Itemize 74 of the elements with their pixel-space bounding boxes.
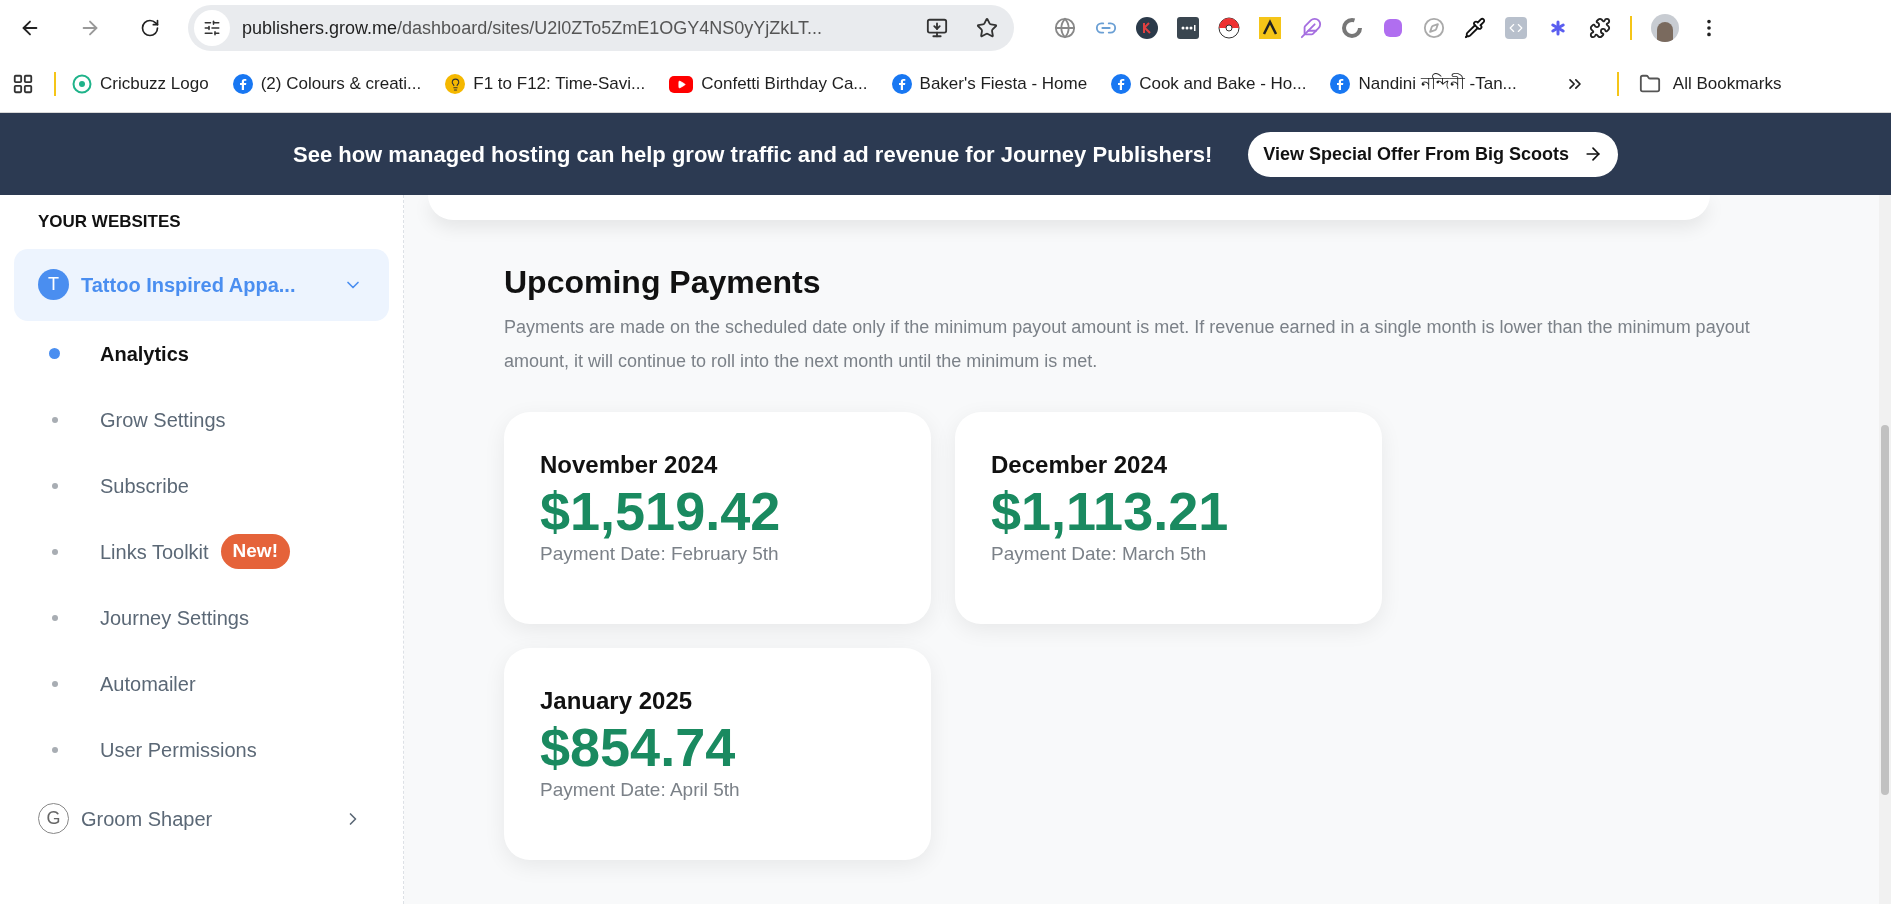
facebook-icon [891, 74, 912, 94]
section-title: Upcoming Payments [504, 263, 822, 302]
site-avatar: T [38, 269, 69, 300]
eyedropper-icon[interactable] [1464, 17, 1486, 39]
nav-label: Journey Settings [100, 605, 249, 631]
extensions-icon[interactable] [1589, 17, 1611, 39]
bookmark[interactable]: (2) Colours & creati... [232, 71, 422, 97]
facebook-icon [1330, 74, 1351, 94]
nav-item[interactable]: Journey Settings [14, 584, 389, 651]
nav-label: Analytics [100, 341, 189, 367]
nav-item[interactable]: Links Toolkit New! [14, 518, 389, 585]
bullet-icon [51, 548, 58, 555]
bookmark[interactable]: Cricbuzz Logo [72, 71, 209, 97]
dots-icon[interactable] [1177, 17, 1199, 39]
card-month: November 2024 [540, 450, 719, 480]
site-settings-icon[interactable] [194, 10, 230, 46]
globe-icon[interactable] [1054, 17, 1076, 39]
cricbuzz-icon [72, 74, 92, 94]
apps-icon[interactable] [12, 73, 34, 95]
bookmark[interactable]: Baker's Fiesta - Home [891, 71, 1088, 97]
payment-amount: $854.74 [540, 716, 737, 778]
card-month: January 2025 [540, 686, 694, 716]
reload-icon [140, 18, 160, 38]
address-bar[interactable]: publishers.grow.me/dashboard/sites/U2l0ZTo5ZmE1OGY4NS0yYjZkLT... [188, 5, 1014, 51]
payment-date: Payment Date: April 5th [540, 778, 741, 802]
banner-text: See how managed hosting can help grow traffic and ad revenue for Journey Publishers! [292, 140, 1213, 169]
site-name: Groom Shaper [81, 806, 213, 832]
install-icon[interactable] [926, 17, 948, 39]
bullet-icon [49, 348, 60, 359]
payment-amount: $1,519.42 [540, 480, 782, 542]
bookmark[interactable]: Confetti Birthday Ca... [669, 71, 868, 97]
lightbulb-icon [445, 74, 466, 94]
bullet-icon [51, 614, 58, 621]
nav-item[interactable]: Automailer [14, 650, 389, 717]
nav-item[interactable]: User Permissions [14, 716, 389, 783]
site-name: Tattoo Inspired Appa... [81, 272, 296, 298]
section-heading: YOUR WEBSITES [38, 211, 182, 233]
facebook-icon [1111, 74, 1132, 94]
bullet-icon [51, 482, 58, 489]
bookmark[interactable]: Cook and Bake - Ho... [1111, 71, 1307, 97]
avatar-icon[interactable] [1651, 14, 1679, 42]
nav-item[interactable]: Analytics [14, 320, 389, 387]
bullet-icon [51, 746, 58, 753]
feather-icon[interactable] [1300, 17, 1322, 39]
nav-label: Subscribe [100, 473, 189, 499]
new-badge: New! [220, 534, 290, 569]
bullet-icon [51, 416, 58, 423]
letter-icon[interactable] [1136, 17, 1158, 39]
nav-label: Links Toolkit [100, 539, 209, 565]
ball-icon[interactable] [1218, 17, 1240, 39]
card-month: December 2024 [991, 450, 1169, 480]
payment-date: Payment Date: February 5th [540, 542, 780, 566]
facebook-icon [232, 74, 253, 94]
offer-button[interactable]: View Special Offer From Big Scoots [1248, 131, 1618, 177]
folder-icon [1638, 73, 1661, 95]
site-item[interactable]: G Groom Shaper [14, 782, 389, 855]
shape-icon[interactable] [1382, 17, 1404, 39]
scrollbar[interactable] [1879, 195, 1891, 904]
nav-label: Automailer [100, 671, 196, 697]
nav-item[interactable]: Grow Settings [14, 386, 389, 453]
nav-label: User Permissions [100, 737, 257, 763]
ring-icon[interactable] [1341, 17, 1363, 39]
url-text: publishers.grow.me/dashboard/sites/U2l0ZTo5ZmE1OGY4NS0yYjZkLT... [242, 16, 822, 40]
nav-label: Grow Settings [100, 407, 226, 433]
star-icon[interactable] [976, 17, 998, 39]
bookmark[interactable]: Nandini নন্দিনী -Tan... [1330, 71, 1517, 97]
bullet-icon [51, 680, 58, 687]
bookmark[interactable]: F1 to F12: Time-Savi... [445, 71, 646, 97]
play-icon [669, 75, 694, 93]
description: Payments are made on the scheduled date only if the minimum payout amount is met. If revenue earned in a single month is lower than the minimum payout amount, it will continue to roll into the next month until the minimum is met. [504, 316, 1751, 373]
payment-amount: $1,113.21 [991, 480, 1230, 542]
nav-item[interactable]: Subscribe [14, 452, 389, 519]
all-bookmarks-button[interactable]: All Bookmarks [1638, 71, 1782, 97]
payment-date: Payment Date: March 5th [991, 542, 1208, 566]
